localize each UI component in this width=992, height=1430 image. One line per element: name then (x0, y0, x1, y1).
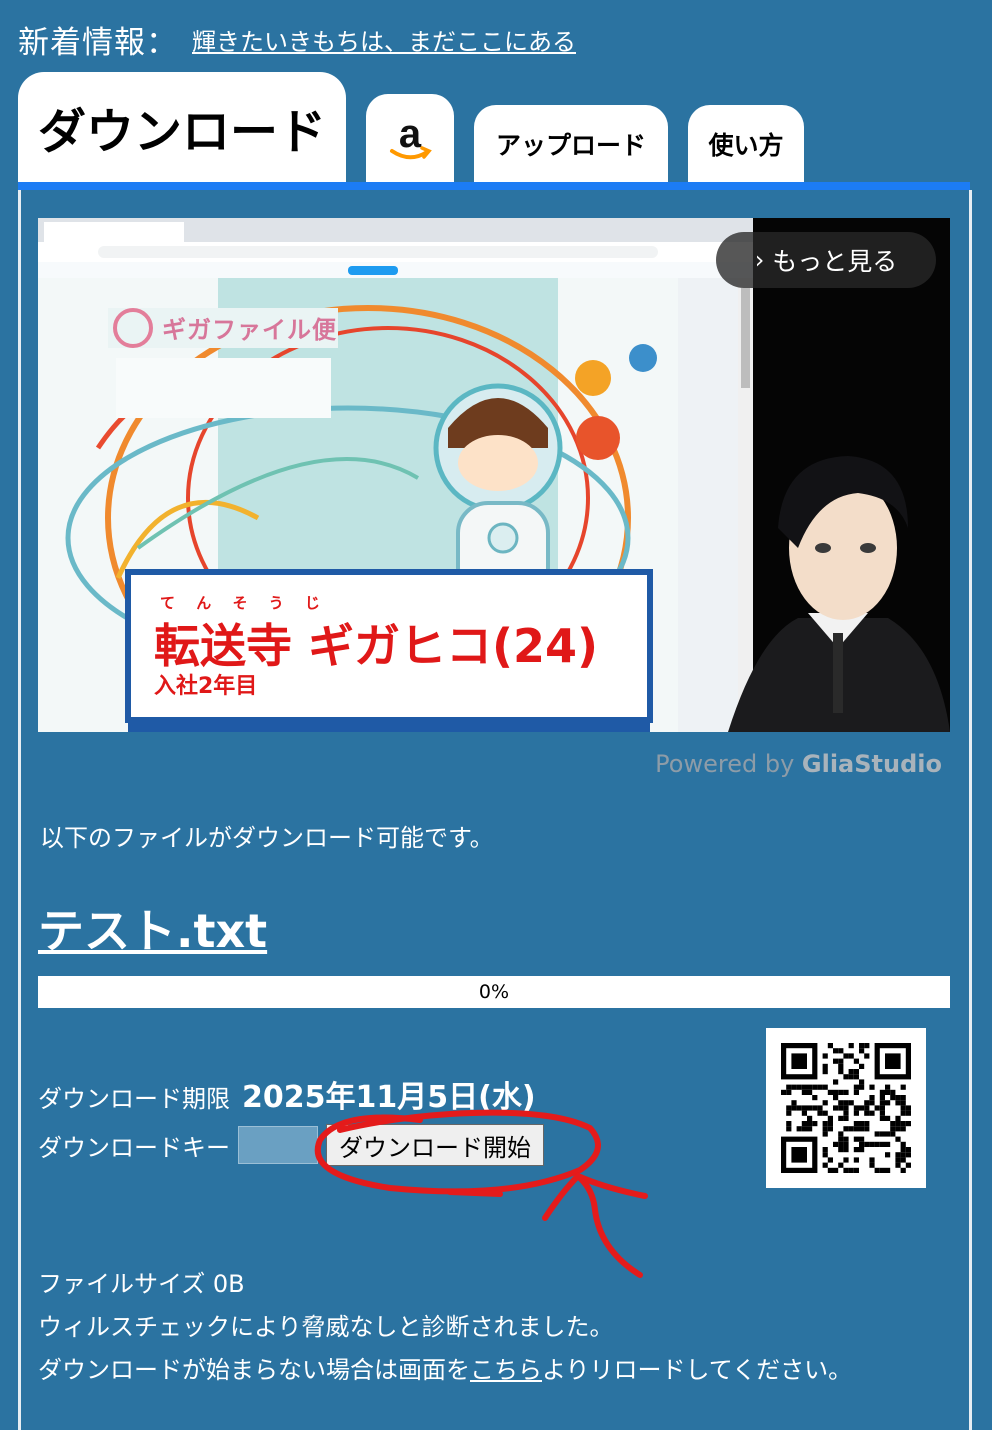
news-link[interactable]: 輝きたいきもちは、まだここにある (192, 22, 576, 57)
download-start-button[interactable]: ダウンロード開始 (326, 1124, 544, 1166)
news-label: 新着情報： (18, 24, 178, 61)
chevron-right-icon: › (754, 246, 765, 274)
reload-prefix: ダウンロードが始まらない場合は画面を (38, 1356, 470, 1384)
reload-link[interactable]: こちら (470, 1356, 542, 1384)
powered-by-brand: GliaStudio (801, 750, 942, 778)
video-caption-sub: 入社2年目 (154, 674, 258, 699)
download-limit: ダウンロード期限 2025年11月5日(水) (38, 1072, 536, 1116)
powered-by-prefix: Powered by (655, 750, 802, 778)
file-name-link[interactable]: テスト.txt (38, 895, 267, 961)
tab-upload[interactable]: アップロード (474, 105, 668, 182)
download-key-label: ダウンロードキー (38, 1133, 230, 1162)
intro-text: 以下のファイルがダウンロード可能です。 (40, 824, 494, 852)
progress-text: 0% (478, 981, 510, 1003)
powered-by[interactable]: Powered by GliaStudio (655, 750, 942, 778)
video-player[interactable]: て ん そ う じ 転送寺 ギガヒコ(24) 入社2年目 ギガファイル便 › も… (38, 218, 950, 732)
video-brand-logo: ギガファイル便 (162, 316, 337, 344)
download-limit-label: ダウンロード期限 (38, 1085, 230, 1113)
tab-howto[interactable]: 使い方 (688, 105, 804, 182)
tab-amazon[interactable]: a (366, 94, 454, 182)
svg-text:a: a (399, 113, 422, 156)
qr-code-image (781, 1043, 911, 1173)
download-limit-value: 2025年11月5日(水) (242, 1080, 536, 1115)
amazon-icon: a (390, 113, 432, 160)
download-key-input[interactable] (238, 1126, 318, 1164)
tab-download[interactable]: ダウンロード (18, 72, 346, 182)
tab-underline (18, 182, 970, 190)
download-key-row: ダウンロードキー ダウンロード開始 (38, 1124, 544, 1166)
more-button[interactable]: › もっと見る (716, 232, 936, 288)
video-caption-name: 転送寺 ギガヒコ(24) (154, 619, 599, 673)
more-button-label: もっと見る (772, 247, 898, 276)
progress-bar: 0% (38, 976, 950, 1008)
virus-check-status: ウィルスチェックにより脅威なしと診断されました。 (38, 1313, 614, 1341)
reload-suffix: よりリロードしてください。 (542, 1356, 853, 1384)
reload-notice: ダウンロードが始まらない場合は画面をこちらよりリロードしてください。 (38, 1350, 852, 1385)
tab-bar: ダウンロード a アップロード 使い方 (18, 72, 970, 182)
news-bar: 新着情報： 輝きたいきもちは、まだここにある (18, 14, 576, 64)
qr-code (766, 1028, 926, 1188)
file-size: ファイルサイズ 0B (38, 1270, 245, 1298)
